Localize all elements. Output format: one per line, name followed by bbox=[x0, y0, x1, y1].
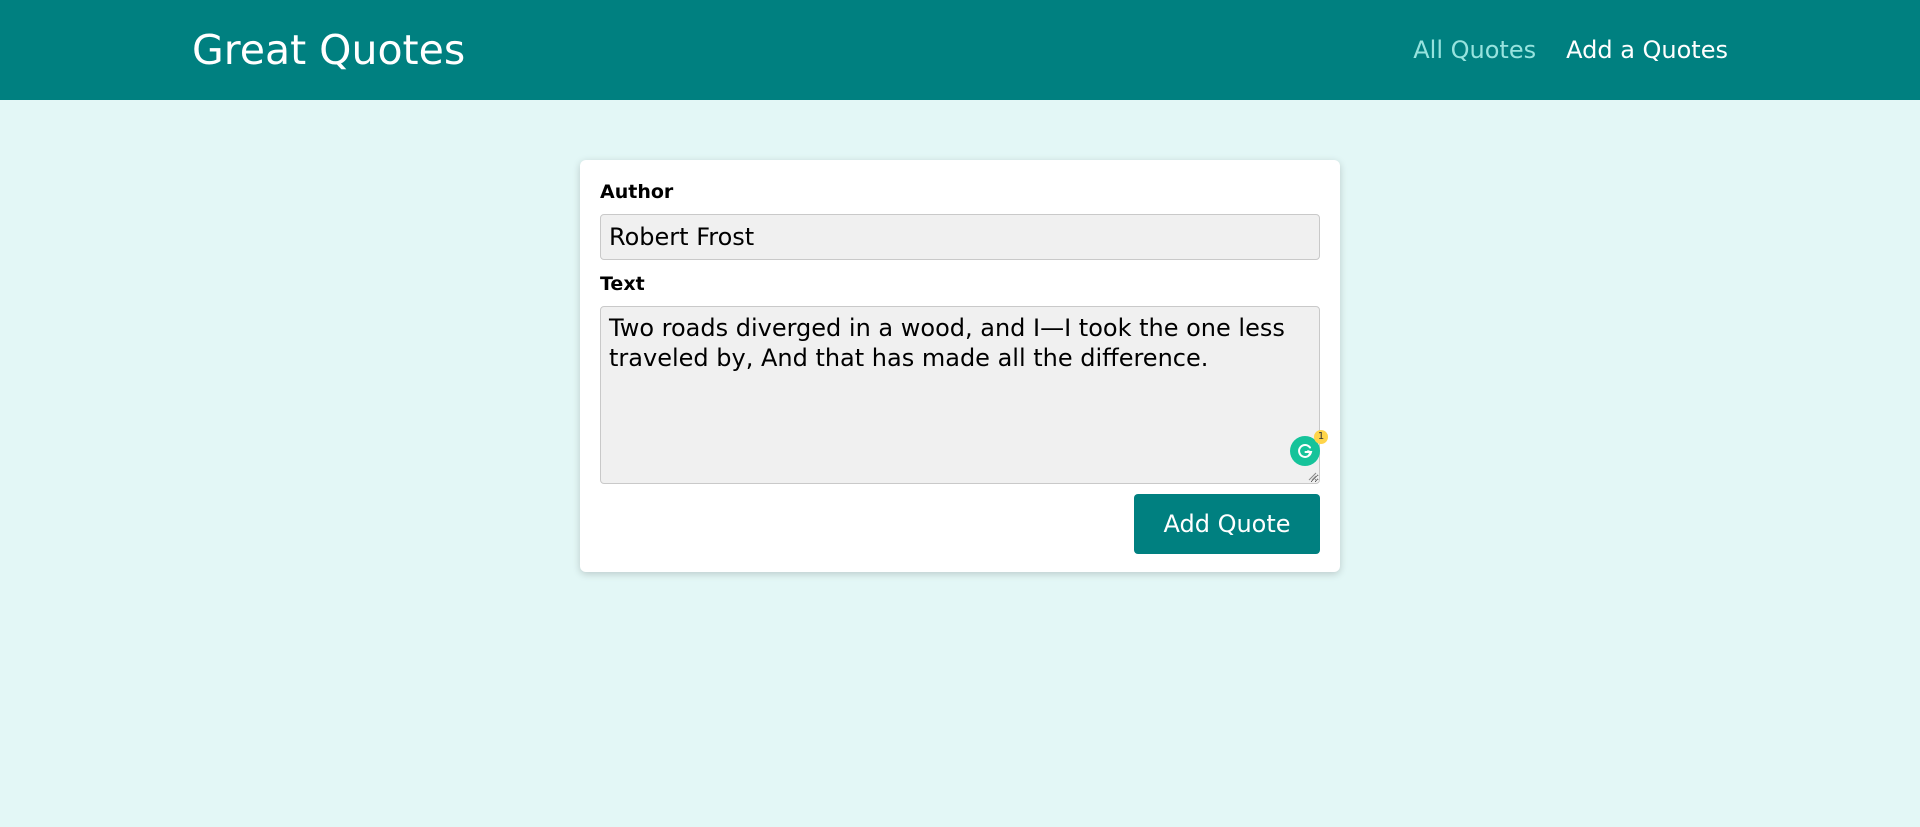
text-field-wrapper: Two roads diverged in a wood, and I—I to… bbox=[600, 306, 1328, 484]
author-input[interactable] bbox=[600, 214, 1320, 260]
quote-form-card: Author Text Two roads diverged in a wood… bbox=[580, 160, 1340, 572]
nav-link-all-quotes[interactable]: All Quotes bbox=[1413, 36, 1536, 64]
resize-grip-icon[interactable] bbox=[1307, 471, 1317, 481]
site-title[interactable]: Great Quotes bbox=[192, 0, 465, 100]
grammarly-badge: 1 bbox=[1314, 430, 1328, 444]
form-actions: Add Quote bbox=[600, 494, 1320, 554]
main-nav: All Quotes Add a Quotes bbox=[1413, 0, 1728, 100]
author-label: Author bbox=[600, 181, 674, 203]
grammarly-icon[interactable]: 1 bbox=[1290, 430, 1328, 466]
grammarly-g-glyph bbox=[1298, 443, 1313, 458]
top-navbar: Great Quotes All Quotes Add a Quotes bbox=[0, 0, 1920, 100]
quote-text-input[interactable]: Two roads diverged in a wood, and I—I to… bbox=[600, 306, 1320, 484]
add-quote-button[interactable]: Add Quote bbox=[1134, 494, 1320, 554]
nav-link-add-quote[interactable]: Add a Quotes bbox=[1566, 36, 1728, 64]
text-label: Text bbox=[600, 273, 645, 295]
